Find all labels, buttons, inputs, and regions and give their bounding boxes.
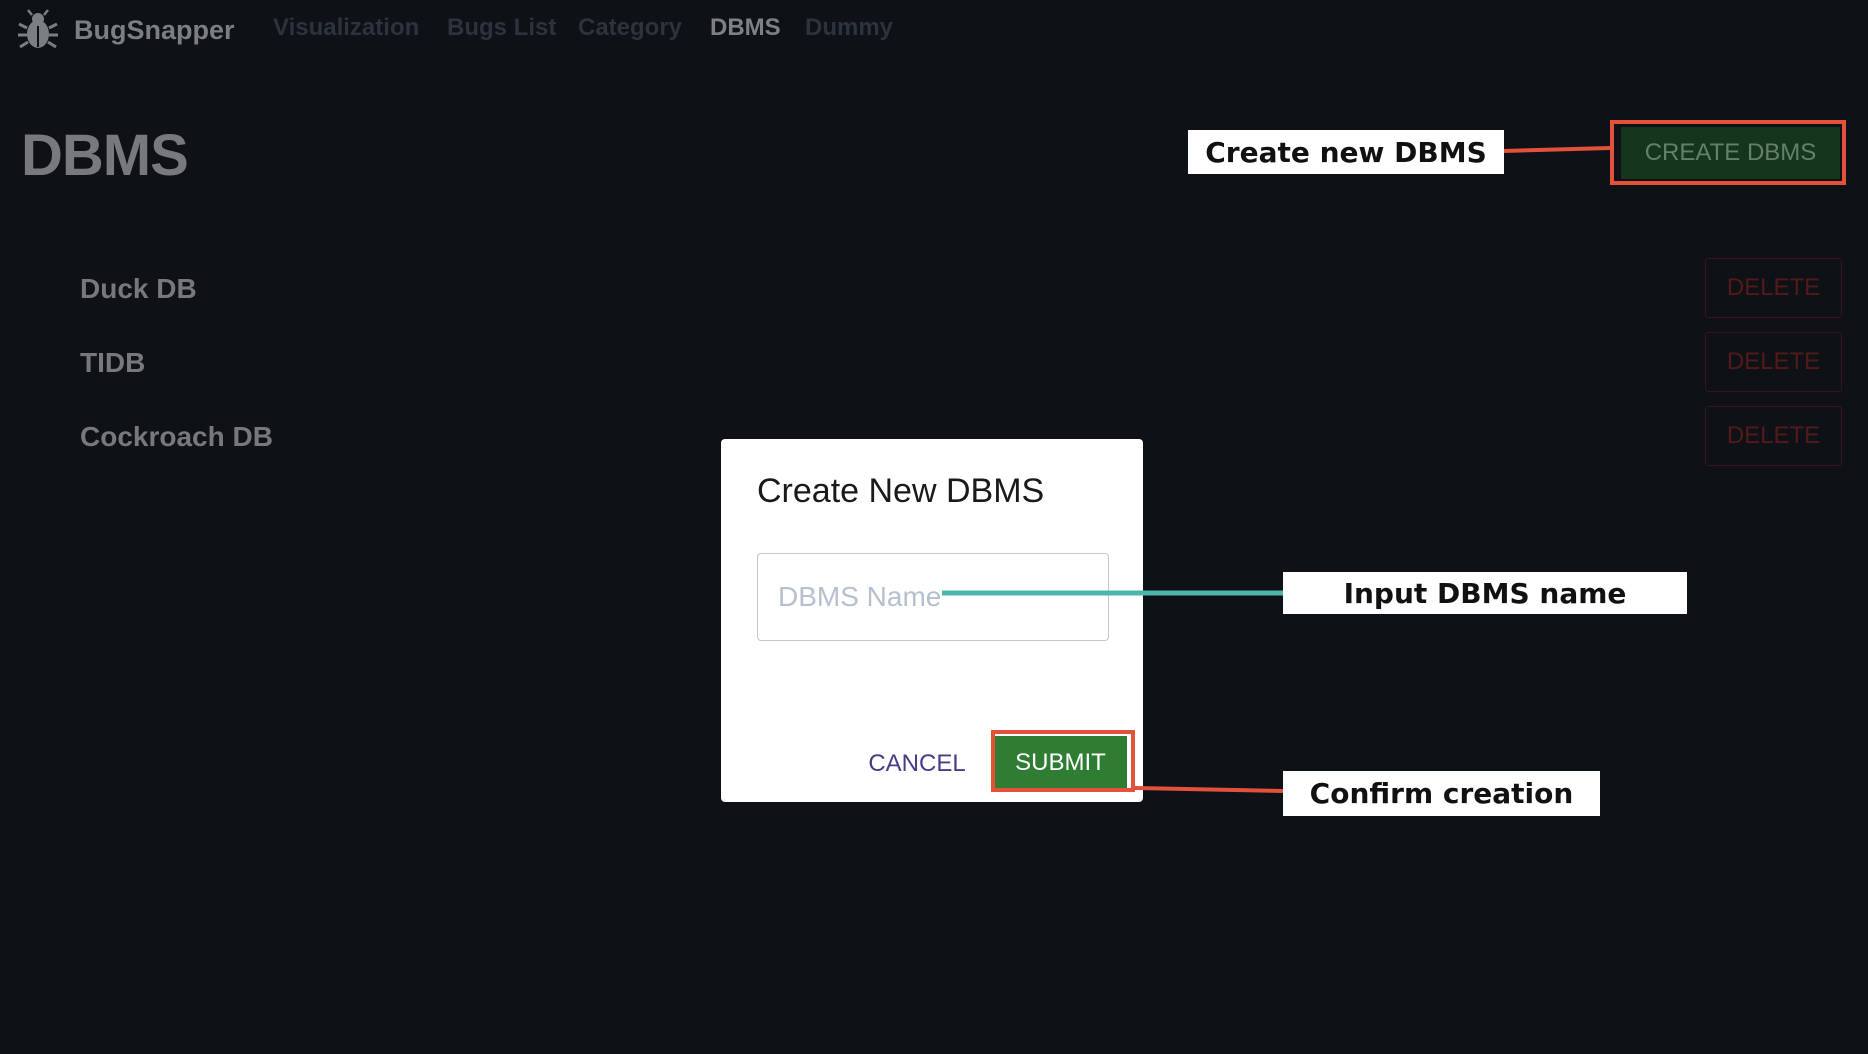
connector-create (1503, 146, 1611, 153)
connector-confirm (1134, 786, 1284, 793)
annotation-confirm: Confirm creation (1283, 771, 1600, 816)
annotation-input: Input DBMS name (1283, 572, 1687, 614)
annotation-create: Create new DBMS (1188, 130, 1504, 174)
annotation-connectors (942, 146, 1611, 793)
